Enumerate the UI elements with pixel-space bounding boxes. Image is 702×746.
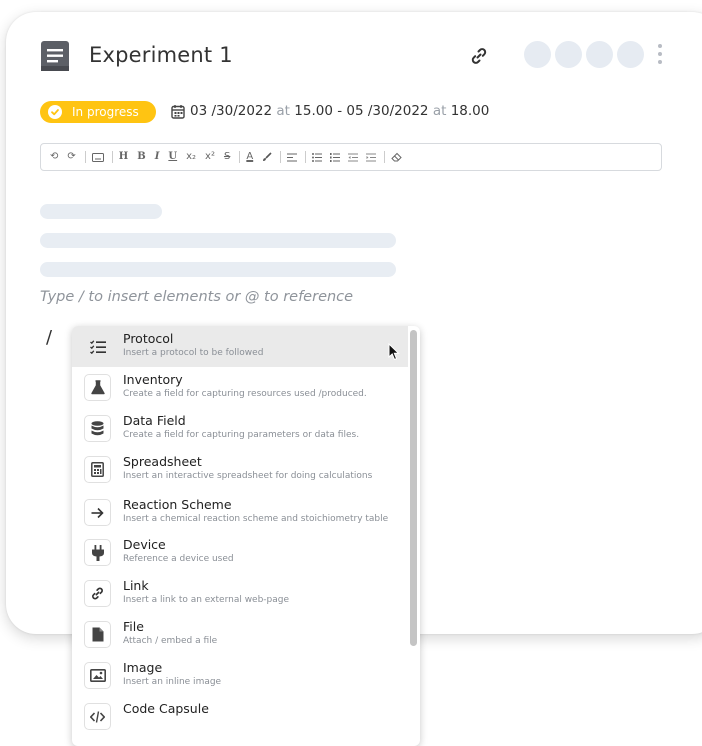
menu-item-description: Insert a protocol to be followed	[123, 348, 264, 358]
document-icon	[41, 41, 69, 71]
checklist-icon	[84, 333, 111, 360]
numbered-list-icon[interactable]	[330, 152, 341, 162]
toolbar-divider	[384, 151, 386, 163]
calendar-icon[interactable]	[171, 104, 185, 119]
start-at-label: at	[276, 103, 290, 119]
keyboard-icon[interactable]	[91, 152, 104, 162]
italic-button[interactable]: I	[155, 150, 160, 164]
start-time: 15.00	[294, 103, 333, 119]
menu-item-spreadsheet[interactable]: Spreadsheet Insert an interactive spread…	[72, 449, 408, 490]
menu-item-link[interactable]: Link Insert a link to an external web-pa…	[72, 573, 408, 614]
toolbar-divider	[84, 151, 86, 163]
plug-icon	[84, 539, 111, 566]
menu-item-title: Inventory	[123, 372, 183, 387]
menu-item-description: Insert a link to an external web-page	[123, 595, 290, 605]
formatting-toolbar: ⟲ ⟳ H B I U x₂ x² S A	[40, 143, 662, 171]
redo-icon[interactable]: ⟳	[67, 150, 75, 164]
subscript-button[interactable]: x₂	[186, 150, 196, 164]
eraser-icon[interactable]	[391, 152, 402, 162]
end-time: 18.00	[450, 103, 490, 119]
avatar[interactable]	[617, 41, 644, 68]
menu-item-title: Spreadsheet	[123, 454, 202, 469]
menu-item-title: Code Capsule	[123, 701, 209, 716]
date-range[interactable]: 03 /30/2022 at 15.00 - 05 /30/2022 at 18…	[190, 102, 489, 120]
menu-item-description: Attach / embed a file	[123, 636, 218, 646]
menu-item-description: Reference a device used	[123, 554, 234, 564]
editor-placeholder[interactable]: Type / to insert elements or @ to refere…	[40, 289, 353, 305]
menu-item-image[interactable]: Image Insert an inline image	[72, 655, 408, 696]
skeleton-line	[40, 262, 396, 277]
menu-item-code-capsule[interactable]: Code Capsule	[72, 696, 408, 737]
calculator-icon	[84, 456, 111, 483]
check-circle-icon	[48, 105, 62, 119]
toolbar-divider	[111, 151, 113, 163]
text-color-button[interactable]: A	[246, 150, 253, 164]
link-icon	[84, 580, 111, 607]
image-icon	[84, 662, 111, 689]
menu-scrollbar[interactable]	[410, 330, 417, 646]
database-icon	[84, 415, 111, 442]
menu-item-description: Create a field for capturing parameters …	[123, 430, 360, 440]
underline-button[interactable]: U	[168, 150, 177, 164]
heading-button[interactable]: H	[119, 150, 128, 164]
indent-icon[interactable]	[366, 153, 377, 162]
code-icon	[84, 703, 111, 730]
toolbar-divider	[239, 151, 241, 163]
align-left-icon[interactable]	[287, 153, 298, 162]
menu-item-data-field[interactable]: Data Field Create a field for capturing …	[72, 408, 408, 449]
menu-item-description: Create a field for capturing resources u…	[123, 389, 367, 399]
slash-command-text[interactable]: /	[46, 327, 52, 348]
arrow-right-icon	[84, 499, 111, 526]
menu-item-title: Data Field	[123, 413, 186, 428]
avatar[interactable]	[524, 41, 551, 68]
superscript-button[interactable]: x²	[205, 150, 215, 164]
menu-item-device[interactable]: Device Reference a device used	[72, 532, 408, 573]
undo-icon[interactable]: ⟲	[50, 150, 58, 164]
menu-item-title: Protocol	[123, 331, 174, 346]
status-label: In progress	[72, 105, 139, 119]
bold-button[interactable]: B	[137, 150, 145, 164]
end-date: 05 /30/2022	[346, 103, 429, 119]
flask-icon	[84, 374, 111, 401]
outdent-icon[interactable]	[348, 153, 359, 162]
avatar[interactable]	[586, 41, 613, 68]
status-badge[interactable]: In progress	[40, 101, 156, 123]
mouse-cursor-icon	[388, 343, 400, 361]
menu-item-inventory[interactable]: Inventory Create a field for capturing r…	[72, 367, 408, 408]
date-separator: -	[337, 103, 343, 119]
file-icon	[84, 621, 111, 648]
skeleton-line	[40, 233, 396, 248]
menu-item-description: Insert an inline image	[123, 677, 222, 687]
menu-item-description: Insert an interactive spreadsheet for do…	[123, 471, 373, 481]
brush-icon[interactable]	[262, 152, 272, 162]
insert-element-menu: Protocol Insert a protocol to be followe…	[72, 326, 420, 746]
menu-item-title: Link	[123, 578, 149, 593]
menu-item-protocol[interactable]: Protocol Insert a protocol to be followe…	[72, 326, 408, 367]
menu-item-title: Device	[123, 537, 166, 552]
avatar[interactable]	[555, 41, 582, 68]
menu-item-title: Reaction Scheme	[123, 497, 232, 512]
toolbar-divider	[280, 151, 282, 163]
menu-item-title: Image	[123, 660, 163, 675]
skeleton-line	[40, 204, 162, 219]
start-date: 03 /30/2022	[190, 103, 273, 119]
menu-item-title: File	[123, 619, 144, 634]
page-title[interactable]: Experiment 1	[89, 40, 233, 70]
toolbar-divider	[305, 151, 307, 163]
strikethrough-button[interactable]: S	[224, 150, 230, 164]
bullet-list-icon[interactable]	[312, 152, 323, 162]
menu-item-reaction-scheme[interactable]: Reaction Scheme Insert a chemical reacti…	[72, 492, 408, 533]
more-options-icon[interactable]	[656, 44, 664, 66]
menu-item-description: Insert a chemical reaction scheme and st…	[123, 514, 389, 524]
end-at-label: at	[432, 103, 447, 119]
menu-item-file[interactable]: File Attach / embed a file	[72, 614, 408, 655]
share-link-icon[interactable]	[469, 46, 489, 66]
